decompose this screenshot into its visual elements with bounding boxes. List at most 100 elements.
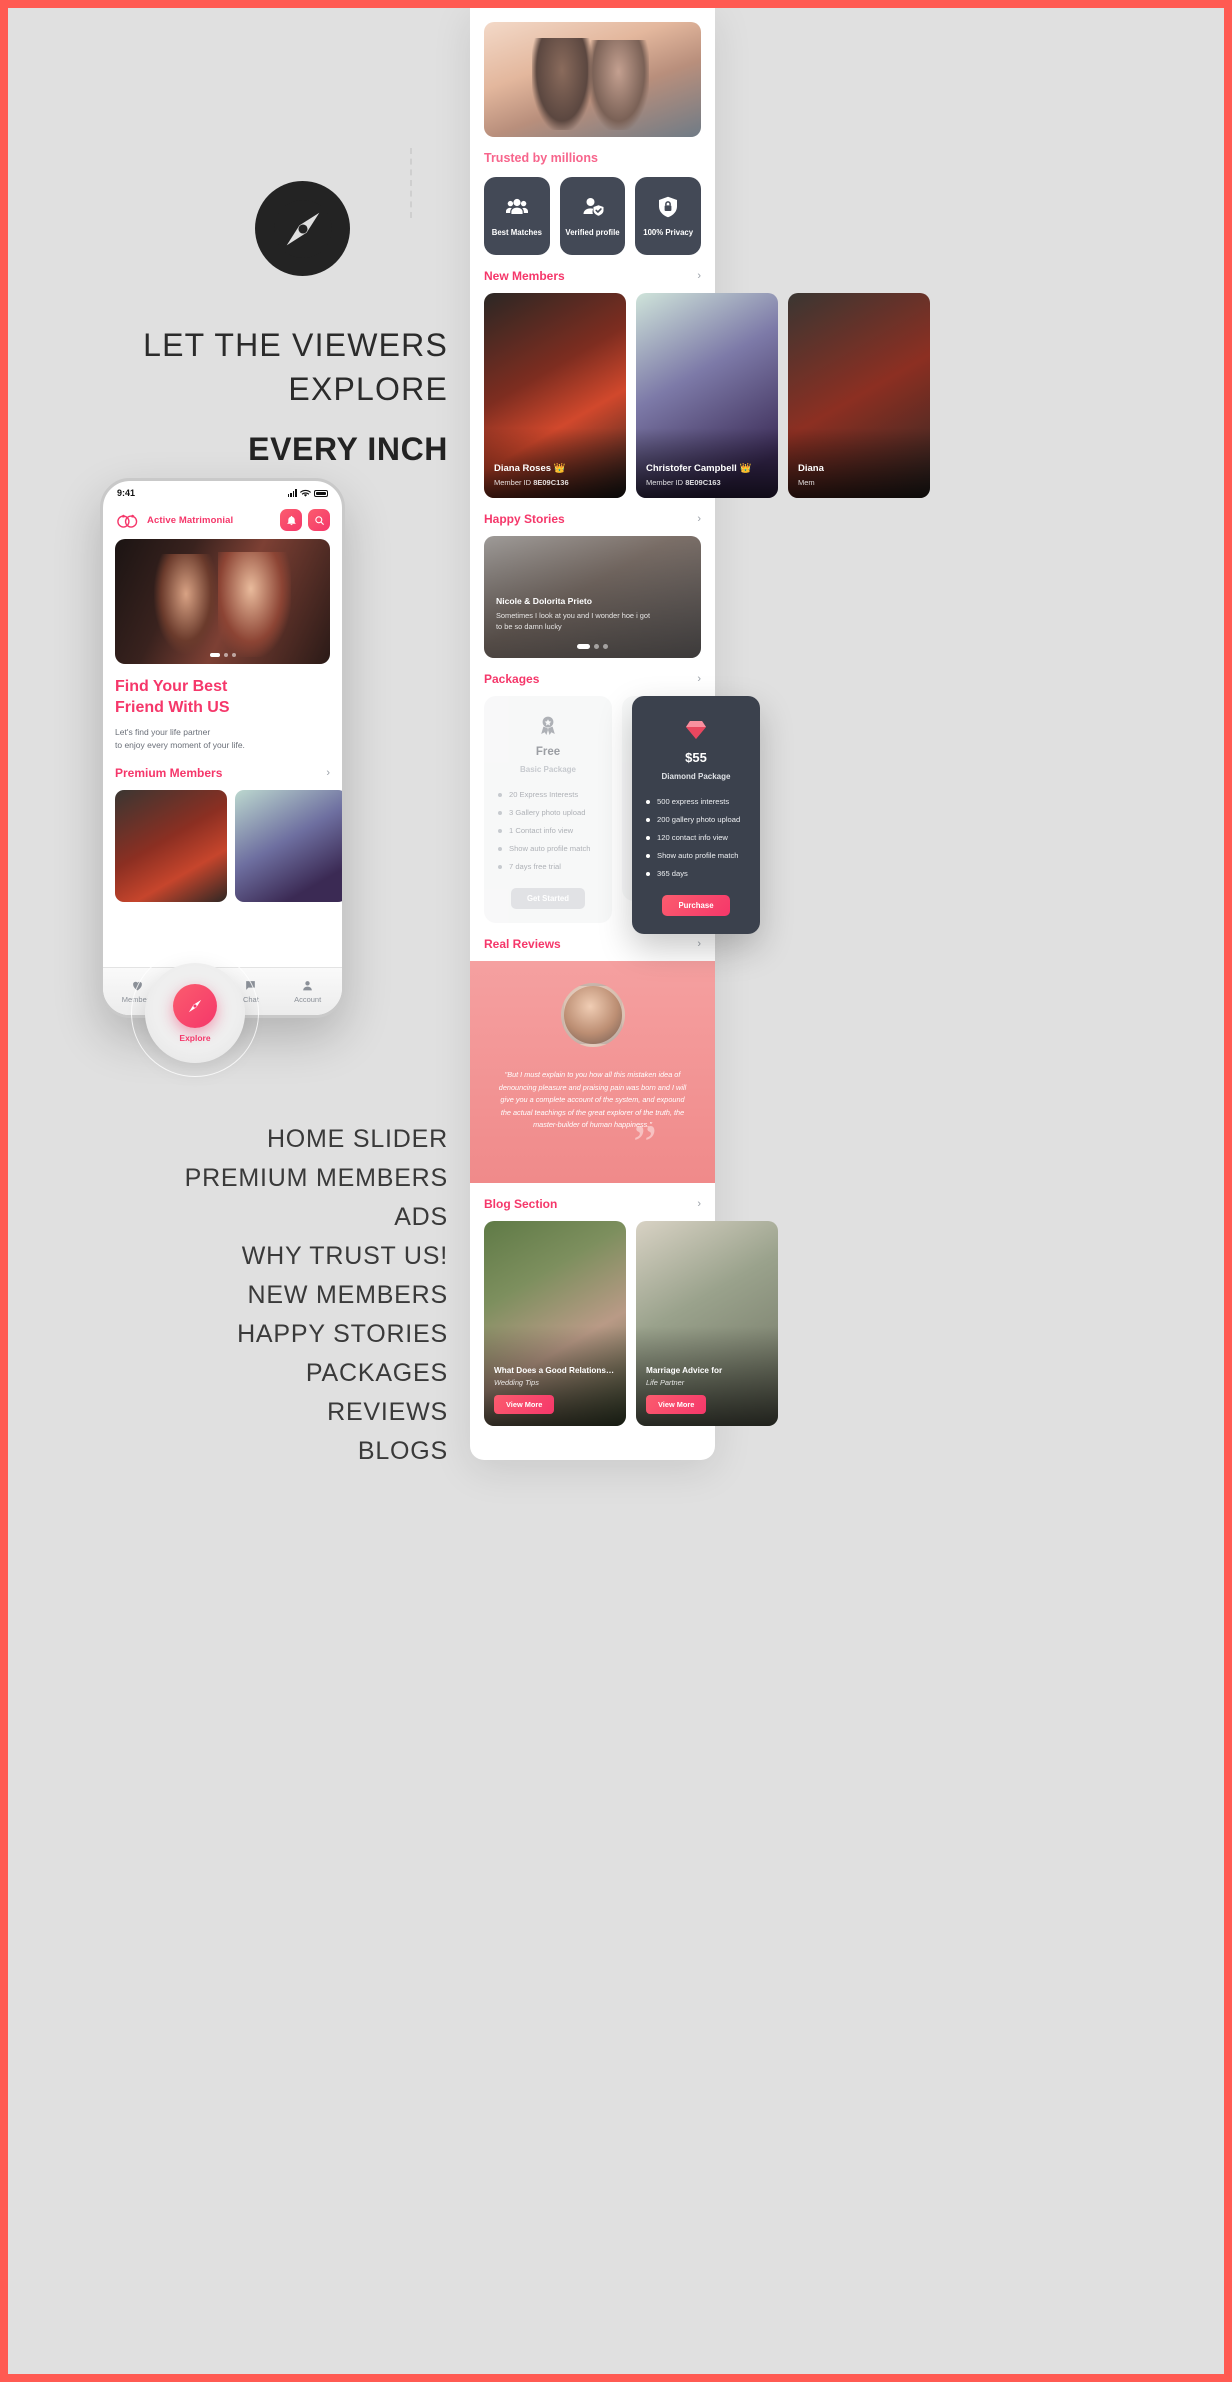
member-name-text: Christofer Campbell <box>646 463 737 474</box>
package-features: 500 express interests 200 gallery photo … <box>646 793 746 883</box>
poster-frame: LET THE VIEWERS EXPLORE EVERY INCH 9:41 <box>8 8 1224 2374</box>
new-member-name: Diana Roses 👑 <box>494 463 569 474</box>
tab-account-label: Account <box>294 995 322 1004</box>
happy-story-card[interactable]: Nicole & Dolorita Prieto Sometimes I loo… <box>484 536 701 658</box>
new-members-header[interactable]: New Members › <box>484 269 701 283</box>
quote-line-2: to be so damn lucky <box>496 622 562 631</box>
chevron-right-icon[interactable]: › <box>697 513 701 525</box>
member-id-label: Member ID <box>494 478 532 487</box>
user-icon <box>303 981 312 991</box>
blog-card[interactable]: What Does a Good Relationship… Wedding T… <box>484 1221 626 1426</box>
compass-icon[interactable] <box>173 983 217 1028</box>
page-title: LET THE VIEWERS EXPLORE EVERY INCH <box>38 323 448 471</box>
new-members-title: New Members <box>484 269 565 283</box>
reviews-header[interactable]: Real Reviews › <box>484 937 701 951</box>
hero-carousel[interactable] <box>115 539 330 664</box>
feature-item: BLOGS <box>357 1437 448 1465</box>
package-price: Free <box>535 746 561 758</box>
new-member-id: Mem <box>798 478 815 487</box>
feature-item: NEW MEMBERS <box>247 1281 448 1309</box>
blog-header[interactable]: Blog Section › <box>484 1197 701 1211</box>
headline-line-3: EVERY INCH <box>248 431 448 467</box>
blog-card-title: Marriage Advice for <box>646 1366 723 1375</box>
package-feature: 365 days <box>646 865 746 883</box>
badge-label: 100% Privacy <box>643 228 694 237</box>
view-more-button[interactable]: View More <box>494 1395 555 1414</box>
chevron-right-icon[interactable]: › <box>697 270 701 282</box>
new-member-card[interactable]: Christofer Campbell 👑 Member ID 8E09C163 <box>636 293 778 498</box>
search-icon[interactable] <box>308 509 330 531</box>
happy-story-dots[interactable] <box>484 644 701 649</box>
premium-member-card[interactable] <box>235 790 342 902</box>
review-card: "But I must explain to you how all this … <box>470 961 715 1183</box>
member-id-label: Member ID <box>646 478 684 487</box>
new-members-list[interactable]: Diana Roses 👑 Member ID 8E09C136 Christo <box>484 293 930 498</box>
blog-title: Blog Section <box>484 1197 558 1211</box>
app-name: Active Matrimonial <box>147 514 234 526</box>
chevron-right-icon[interactable]: › <box>697 1198 701 1210</box>
verified-user-icon <box>583 198 603 216</box>
happy-stories-title: Happy Stories <box>484 512 565 526</box>
premium-members-header[interactable]: Premium Members › <box>115 766 330 780</box>
packages-title: Packages <box>484 672 540 686</box>
phone-subtitle-line-2: to enjoy every moment of your life. <box>115 740 245 750</box>
crown-icon: 👑 <box>553 463 566 474</box>
package-card-free[interactable]: Free Basic Package 20 Express Interests … <box>484 696 612 923</box>
blog-list[interactable]: What Does a Good Relationship… Wedding T… <box>484 1221 778 1446</box>
phone-mockup: 9:41 Active Matrimonial Find Your Best F… <box>100 478 345 1018</box>
explore-fab-label: Explore <box>179 1032 211 1043</box>
trust-badges[interactable]: Best Matches Verified profile 100% Priva… <box>484 177 702 255</box>
badge-privacy[interactable]: 100% Privacy <box>635 177 702 255</box>
package-card-diamond[interactable]: $55 Diamond Package 500 express interest… <box>632 696 760 934</box>
badge-label: Verified profile <box>565 228 620 237</box>
get-started-button[interactable]: Get Started <box>510 888 586 909</box>
signal-bars-icon <box>287 489 297 497</box>
package-features: 20 Express Interests 3 Gallery photo upl… <box>498 786 598 876</box>
carousel-dots[interactable] <box>115 653 330 657</box>
purchase-button[interactable]: Purchase <box>662 895 730 916</box>
chevron-right-icon[interactable]: › <box>697 673 701 685</box>
chevron-right-icon[interactable]: › <box>326 767 330 779</box>
blog-card-subtitle: Wedding Tips <box>494 1378 539 1387</box>
feature-item: HOME SLIDER <box>266 1125 448 1153</box>
feature-item: HAPPY STORIES <box>237 1320 448 1348</box>
new-member-name: Diana <box>798 463 824 474</box>
brand: Active Matrimonial <box>115 511 233 529</box>
package-feature: 500 express interests <box>646 793 746 811</box>
feature-item: PACKAGES <box>305 1359 448 1387</box>
headline-line-2: EXPLORE <box>288 371 448 407</box>
tab-account[interactable]: Account <box>284 979 332 1004</box>
new-member-card[interactable]: Diana Mem <box>788 293 930 498</box>
packages-header[interactable]: Packages › <box>484 672 701 686</box>
package-name: Diamond Package <box>661 772 731 781</box>
member-id-value: 8E09C136 <box>533 478 569 487</box>
crown-icon: 👑 <box>739 463 752 474</box>
package-price: $55 <box>685 750 707 765</box>
view-more-button[interactable]: View More <box>646 1395 707 1414</box>
review-text: "But I must explain to you how all this … <box>498 1070 687 1129</box>
package-feature: 7 days free trial <box>498 858 598 876</box>
happy-stories-header[interactable]: Happy Stories › <box>484 512 701 526</box>
packages-list[interactable]: Free Basic Package 20 Express Interests … <box>484 696 760 934</box>
explore-fab[interactable]: Explore <box>131 949 259 1077</box>
member-id-value: 8E09C163 <box>685 478 721 487</box>
chevron-right-icon[interactable]: › <box>697 938 701 950</box>
compass-icon <box>255 181 350 276</box>
app-header: Active Matrimonial <box>103 505 342 539</box>
badge-verified-profile[interactable]: Verified profile <box>559 177 626 255</box>
badge-best-matches[interactable]: Best Matches <box>484 177 550 255</box>
bell-icon[interactable] <box>280 509 302 531</box>
wifi-icon <box>300 489 311 497</box>
blog-card[interactable]: Marriage Advice for Life Partner View Mo… <box>636 1221 778 1426</box>
badge-label: Best Matches <box>491 228 542 237</box>
new-member-card[interactable]: Diana Roses 👑 Member ID 8E09C136 <box>484 293 626 498</box>
premium-members-list[interactable] <box>115 790 342 902</box>
happy-story-names: Nicole & Dolorita Prieto <box>496 596 592 606</box>
phone-title: Find Your Best Friend With US <box>115 676 330 718</box>
diamond-icon <box>646 716 746 744</box>
quote-mark-icon: ” <box>633 1114 657 1174</box>
app-long-screen: Trusted by millions Best Matches Verifie… <box>470 8 930 1460</box>
premium-member-card[interactable] <box>115 790 227 902</box>
feature-item: REVIEWS <box>327 1398 448 1426</box>
reviews-title: Real Reviews <box>484 937 561 951</box>
